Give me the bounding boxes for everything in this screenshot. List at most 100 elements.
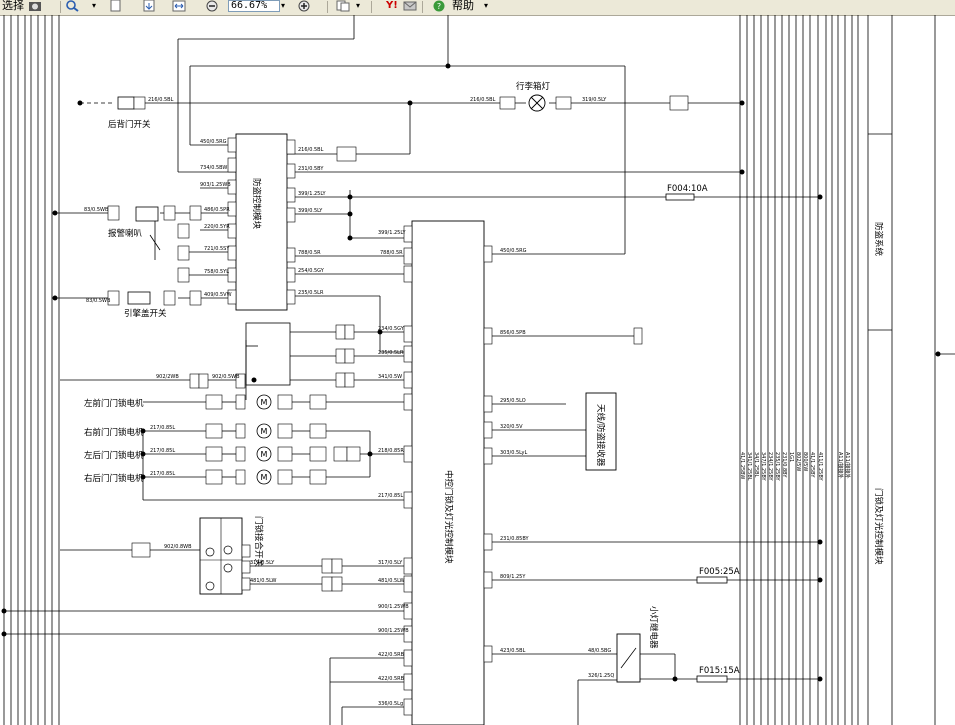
bundle-label: 347/1.25BY — [760, 452, 766, 482]
bundle-label: 34/1.25BL — [753, 452, 759, 478]
toolbar-separator — [422, 1, 423, 13]
wire-label: 721/0.5SY — [204, 246, 230, 252]
burglar-module-label: 防盗控制模块 — [251, 178, 262, 230]
rear-door-switch-icon — [117, 96, 135, 110]
wire-label: 83/0.5WB — [86, 298, 111, 304]
fuse-f005-icon — [696, 576, 728, 584]
central-lock-module-label: 中控门锁及灯光控制模块 — [443, 470, 454, 564]
wire-label: 336/0.5Lg — [378, 701, 403, 707]
bundle-label: 234/1.25BY — [767, 452, 773, 482]
fuse-f004-icon — [665, 193, 695, 201]
wire-label: 234/0.5GY — [378, 326, 405, 332]
wire-label: 217/0.85L — [150, 471, 175, 477]
wire-label: 295/0.5LO — [500, 398, 526, 404]
bundle-label: 231/0.8BY — [781, 452, 787, 478]
wire-label: 320/0.5V — [500, 424, 523, 430]
svg-text:?: ? — [437, 2, 441, 11]
wire-label: 217/0.85L — [378, 493, 403, 499]
svg-text:M: M — [261, 427, 268, 436]
wire-label: 235/0.5LR — [298, 290, 324, 296]
wire-label: 231/0.85BY — [500, 536, 530, 542]
bundle-label: 1G1 — [788, 452, 794, 462]
help-dropdown-arrow-icon[interactable]: ▾ — [484, 0, 488, 14]
fuse-f005-label: F005:25A — [699, 567, 740, 577]
svg-text:M: M — [261, 450, 268, 459]
wire-label: 216/0.5BL — [470, 97, 496, 103]
zoom-level-input[interactable]: 66.67% — [228, 0, 280, 12]
zoom-dropdown-arrow-icon[interactable]: ▾ — [281, 0, 285, 14]
wire-label: 326/1.25Q — [588, 673, 614, 679]
wire-label: 399/0.5LY — [298, 208, 323, 214]
zoom-icon[interactable] — [66, 0, 80, 12]
wire-label: 399/1.25LY — [378, 230, 406, 236]
bundle-label: 41/1.25BW — [739, 452, 745, 479]
zoom-in-icon[interactable] — [297, 0, 311, 12]
fit-width-icon[interactable] — [172, 0, 186, 12]
camera-icon[interactable] — [28, 0, 42, 12]
wire-label: 423/0.5BL — [500, 648, 526, 654]
layout-dropdown-arrow-icon[interactable]: ▾ — [356, 0, 360, 14]
small-lamp-relay-label: 小灯继电器 — [648, 606, 659, 649]
wire-label: 450/0.5RG — [200, 139, 227, 145]
toolbar: 选择 ▾ 66.67% ▾ ▾ Y! ? 帮助 ▾ — [0, 0, 955, 16]
wire-label: 900/1.25WB — [378, 604, 409, 610]
svg-text:M: M — [261, 398, 268, 407]
wire-label: 254/0.5GY — [298, 268, 325, 274]
wire-label: 450/0.5RG — [500, 248, 527, 254]
bus-label: A11/接接外 — [844, 452, 851, 478]
wire-label: 218/0.85R — [378, 448, 404, 454]
wire-label: 319/0.5LY — [582, 97, 607, 103]
wire-label: 48/0.5BG — [588, 648, 611, 654]
wire-label: 903/1.25WB — [200, 182, 231, 188]
help-icon[interactable]: ? — [432, 0, 446, 12]
bundle-label: 802/5W — [795, 452, 801, 471]
wire-label: 481/0.5LW — [378, 578, 405, 584]
help-menu-label[interactable]: 帮助 — [452, 0, 474, 14]
fl-lock-motor-label: 左前门门锁电机 — [84, 398, 144, 409]
fuse-f015-label: F015:15A — [699, 666, 740, 676]
wire-label: 900/1.25WB — [378, 628, 409, 634]
yahoo-toolbar-button[interactable]: Y! — [386, 0, 398, 14]
bundle-label: 41/1.25BY — [809, 452, 815, 478]
wire-label: 856/0.5PB — [500, 330, 526, 336]
rear-door-switch-label: 后背门开关 — [108, 119, 151, 130]
wire-label: 422/0.5RB — [378, 652, 405, 658]
alarm-horn-label: 报警喇叭 — [108, 228, 143, 239]
page-icon[interactable] — [108, 0, 122, 12]
wire-label: 809/1.25Y — [500, 574, 526, 580]
select-tool-label[interactable]: 选择 — [2, 0, 24, 14]
fit-page-icon[interactable] — [142, 0, 156, 12]
toolbar-separator — [60, 1, 61, 13]
bundle-label: 235/1.25BY — [774, 452, 780, 482]
wire-label: 317/0.5LY — [250, 560, 275, 566]
fr-lock-motor-label: 右前门门锁电机 — [84, 427, 144, 438]
wire-label: 217/0.85L — [150, 425, 175, 431]
wire-label: 788/0.5R — [380, 250, 403, 256]
svg-text:M: M — [261, 473, 268, 482]
rl-lock-motor-label: 左后门门锁电机 — [84, 450, 144, 461]
hood-switch-label: 引擎盖开关 — [124, 308, 167, 319]
wire-label: 216/0.5BL — [148, 97, 174, 103]
wire-label: 486/0.5PR — [204, 207, 230, 213]
wire-label: 399/1.25LY — [298, 191, 326, 197]
wiring-diagram: M M M M 后背门开关 行李箱灯 报警喇叭 引擎盖开关 左前门门锁电机 右前门门锁… — [1, 15, 955, 725]
wire-label: 902/2WB — [156, 374, 179, 380]
page-layout-icon[interactable] — [336, 0, 350, 12]
wire-label: 217/0.85L — [150, 448, 175, 454]
wire-label: 481/0.5LW — [250, 578, 277, 584]
wire-label: 758/0.5YL — [204, 269, 229, 275]
wire-label: 902/0.8WB — [164, 544, 192, 550]
mail-icon[interactable] — [403, 0, 417, 12]
wire-label: 409/0.5VW — [204, 292, 232, 298]
wire-label: 220/0.5YR — [204, 224, 230, 230]
toolbar-separator — [327, 1, 328, 13]
fuse-f004-label: F004:10A — [667, 184, 708, 194]
wire-label: 902/0.5WB — [212, 374, 240, 380]
wire-label: 303/0.5LyL — [500, 450, 527, 456]
hood-switch-icon — [127, 291, 151, 305]
trunk-lamp-label: 行李箱灯 — [516, 81, 551, 92]
toolbar-separator — [371, 1, 372, 13]
zoom-out-icon[interactable] — [205, 0, 219, 12]
wire-label: 788/0.5R — [298, 250, 321, 256]
zoom-menu-arrow-icon[interactable]: ▾ — [92, 0, 96, 14]
